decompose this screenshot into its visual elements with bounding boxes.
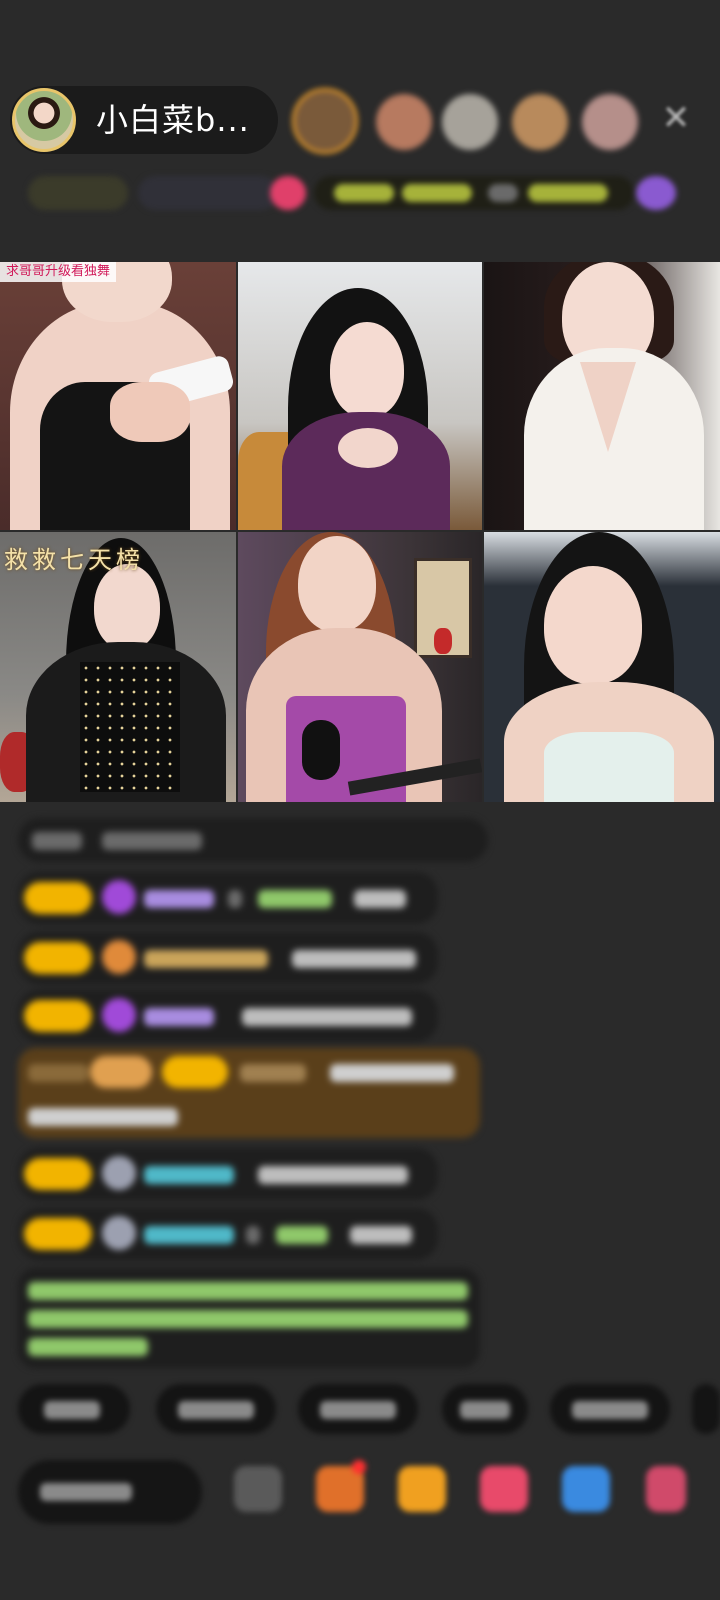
host-info-pill[interactable]: 小白菜b... <box>10 86 278 154</box>
notification-dot <box>352 1460 366 1474</box>
live-info-strip <box>18 170 686 216</box>
guest-caption: 救救七天榜 <box>4 546 144 574</box>
multi-guest-video-grid: 求哥哥升级看独舞 救救七天榜 <box>0 262 720 802</box>
viewer-avatar[interactable] <box>376 94 432 150</box>
activity-text-block <box>402 184 472 202</box>
close-icon[interactable]: ✕ <box>658 100 694 136</box>
treasure-icon[interactable] <box>398 1466 446 1512</box>
pet-icon <box>102 940 136 974</box>
quick-reply-chip[interactable] <box>298 1384 418 1434</box>
quick-reply-chip[interactable] <box>692 1384 720 1434</box>
rank-chip[interactable] <box>28 176 128 210</box>
host-name: 小白菜b... <box>96 101 250 139</box>
viewer-avatar[interactable] <box>512 94 568 150</box>
vip-badge <box>90 1056 152 1088</box>
guest-video-tile[interactable] <box>484 532 720 802</box>
more-icon[interactable] <box>636 176 676 210</box>
viewer-avatar[interactable] <box>442 94 498 150</box>
viewer-avatar[interactable] <box>292 88 358 154</box>
top-bar: 小白菜b... ✕ <box>0 82 720 158</box>
level-badge <box>24 1158 92 1190</box>
avatar-icon <box>102 1216 136 1250</box>
comment-input[interactable] <box>18 1460 202 1524</box>
diamond-icon <box>102 880 136 914</box>
username[interactable] <box>144 950 268 968</box>
avatar-icon <box>102 1156 136 1190</box>
guest-video-tile[interactable] <box>484 262 720 530</box>
coin-chip[interactable] <box>138 176 278 210</box>
viewer-avatar[interactable] <box>582 94 638 150</box>
chat-message[interactable] <box>18 872 438 924</box>
activity-text-block <box>334 184 394 202</box>
username[interactable] <box>144 1166 234 1184</box>
heart-icon[interactable] <box>480 1466 528 1512</box>
chat-message-list[interactable] <box>18 818 498 1368</box>
share-icon[interactable] <box>562 1466 610 1512</box>
guest-video-tile[interactable]: 救救七天榜 <box>0 532 236 802</box>
quick-reply-chip[interactable] <box>18 1384 130 1434</box>
diamond-icon <box>102 998 136 1032</box>
guest-video-tile[interactable]: 求哥哥升级看独舞 <box>0 262 236 530</box>
chat-message[interactable] <box>18 990 438 1042</box>
username[interactable] <box>144 1008 214 1026</box>
activity-text-block <box>488 184 518 202</box>
quick-reply-chip[interactable] <box>550 1384 670 1434</box>
username[interactable] <box>144 1226 234 1244</box>
store-icon[interactable] <box>646 1466 686 1512</box>
gift-icon[interactable] <box>270 176 306 210</box>
system-message <box>18 1268 480 1368</box>
chat-notice <box>18 818 488 862</box>
chat-message-highlight[interactable] <box>18 1048 480 1138</box>
guest-video-tile[interactable] <box>238 532 482 802</box>
level-badge <box>162 1056 228 1088</box>
guest-banner: 求哥哥升级看独舞 <box>0 262 117 282</box>
level-badge <box>24 1000 92 1032</box>
chat-message[interactable] <box>18 1208 438 1260</box>
chat-message[interactable] <box>18 1148 438 1200</box>
activity-text-block <box>528 184 608 202</box>
bottom-action-bar <box>0 1452 720 1532</box>
guest-video-tile[interactable] <box>238 262 482 530</box>
chat-message[interactable] <box>18 932 438 984</box>
level-badge <box>24 1218 92 1250</box>
quick-reply-bar <box>18 1384 720 1436</box>
quick-reply-chip[interactable] <box>156 1384 276 1434</box>
quick-reply-chip[interactable] <box>442 1384 528 1434</box>
username[interactable] <box>144 890 214 908</box>
host-avatar[interactable] <box>12 88 76 152</box>
emoji-icon[interactable] <box>234 1466 282 1512</box>
level-badge <box>24 882 92 914</box>
level-badge <box>24 942 92 974</box>
